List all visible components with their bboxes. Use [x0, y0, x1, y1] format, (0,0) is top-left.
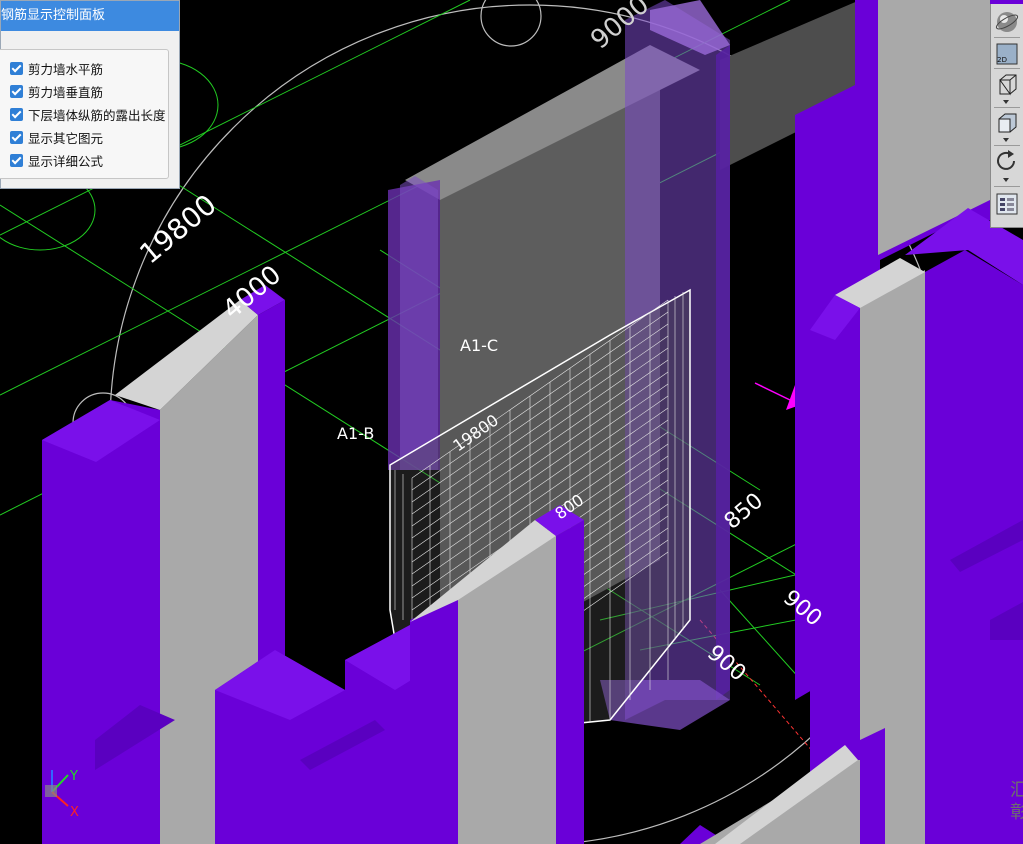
checkbox-checked-icon[interactable]: [10, 84, 23, 98]
rotate-icon: [997, 150, 1015, 170]
solid-dropdown-arrow[interactable]: [1003, 138, 1009, 142]
axis-x-label: X: [70, 805, 79, 820]
wireframe-cube-icon: [999, 74, 1017, 96]
axis-y-label: Y: [69, 769, 78, 784]
checkbox-label: 下层墙体纵筋的露出长度: [28, 107, 166, 123]
checkbox-label: 显示详细公式: [28, 153, 104, 169]
checkbox-wall-vertical-rebar[interactable]: 剪力墙垂直筋: [10, 81, 103, 101]
panel-title: 钢筋显示控制面板: [1, 1, 179, 31]
svg-text:2D: 2D: [997, 56, 1007, 64]
layer-list-icon: [996, 193, 1018, 215]
checkbox-checked-icon[interactable]: [10, 153, 23, 167]
orbit-sphere-button[interactable]: [994, 9, 1020, 35]
rotate-dropdown-arrow[interactable]: [1003, 178, 1009, 182]
checkbox-group: 剪力墙水平筋 剪力墙垂直筋 下层墙体纵筋的露出长度 显示其它图元 显示详细公式: [0, 49, 169, 179]
checkbox-show-detailed-formula[interactable]: 显示详细公式: [10, 150, 103, 170]
view-toolbar: 2D: [990, 4, 1023, 228]
layer-list-button[interactable]: [994, 191, 1020, 217]
rotate-button[interactable]: [994, 148, 1020, 174]
checkbox-checked-icon[interactable]: [10, 107, 23, 121]
rebar-display-control-panel[interactable]: 钢筋显示控制面板 剪力墙水平筋 剪力墙垂直筋 下层墙体纵筋的露出长度 显示其它图…: [0, 0, 180, 189]
checkbox-label: 显示其它图元: [28, 130, 104, 146]
wireframe-dropdown-arrow[interactable]: [1003, 100, 1009, 104]
checkbox-show-other-elements[interactable]: 显示其它图元: [10, 127, 103, 147]
solid-view-button[interactable]: [994, 110, 1020, 136]
view-2d-icon: 2D: [996, 43, 1018, 65]
checkbox-label: 剪力墙水平筋: [28, 61, 104, 77]
checkbox-checked-icon[interactable]: [10, 61, 23, 75]
checkbox-checked-icon[interactable]: [10, 130, 23, 144]
edge-cut-text: 汇 彰: [1010, 780, 1023, 823]
checkbox-wall-horizontal-rebar[interactable]: 剪力墙水平筋: [10, 58, 103, 78]
axis-label-a1-b: A1-B: [337, 424, 374, 443]
checkbox-label: 剪力墙垂直筋: [28, 84, 104, 100]
orbit-sphere-icon: [995, 12, 1019, 32]
solid-cube-icon: [998, 113, 1017, 133]
checkbox-lower-wall-exposed-length[interactable]: 下层墙体纵筋的露出长度: [10, 104, 166, 124]
axis-label-a1-c: A1-C: [460, 336, 498, 355]
view-2d-button[interactable]: 2D: [994, 41, 1020, 67]
wireframe-view-button[interactable]: [994, 72, 1020, 98]
